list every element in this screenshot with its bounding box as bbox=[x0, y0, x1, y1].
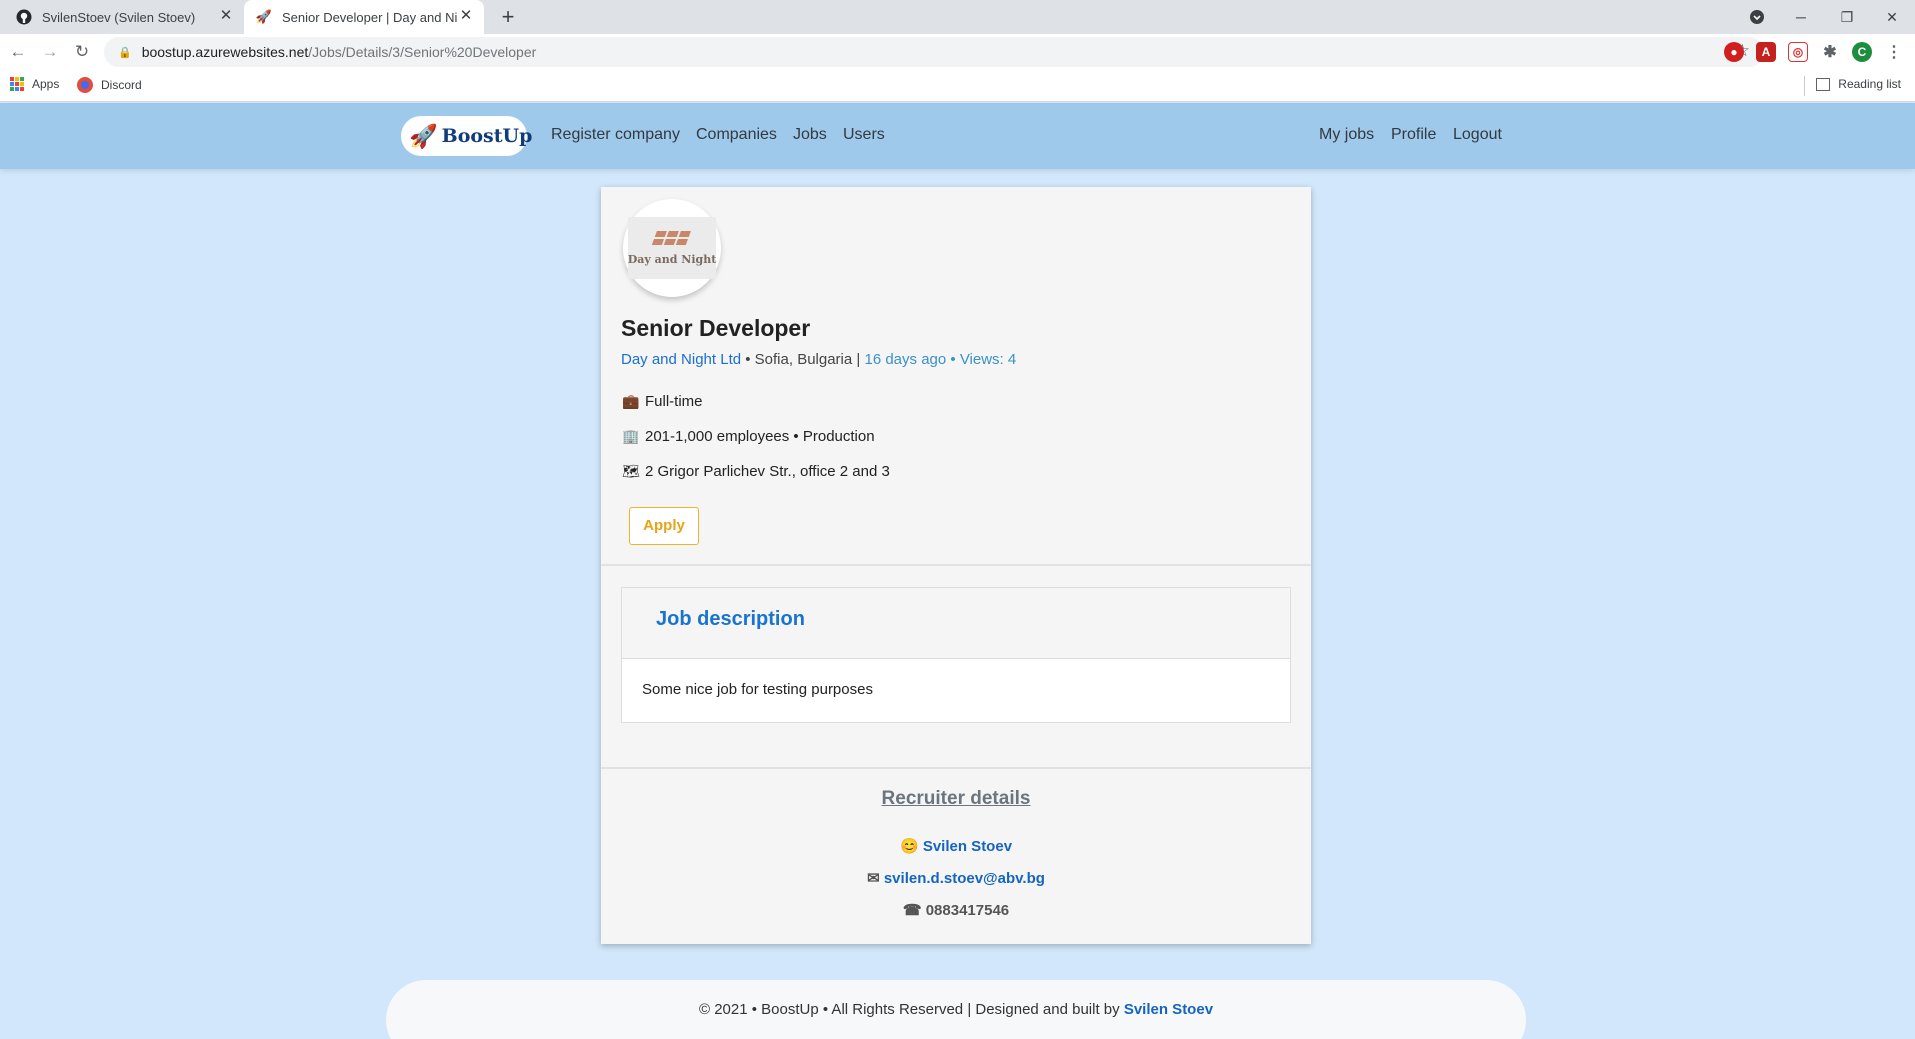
section-divider bbox=[601, 564, 1311, 566]
posted-date: 16 days ago bbox=[864, 351, 947, 368]
apply-button[interactable]: Apply bbox=[629, 507, 699, 545]
footer-author-link[interactable]: Svilen Stoev bbox=[1124, 1001, 1213, 1018]
reading-list-label: Reading list bbox=[1838, 77, 1901, 91]
bookmarks-bar: Apps Discord Reading list bbox=[0, 70, 1915, 102]
discord-icon bbox=[77, 77, 93, 93]
footer-text: © 2021 • BoostUp • All Rights Reserved |… bbox=[386, 1001, 1526, 1018]
meta-separator: • bbox=[950, 351, 960, 368]
forward-icon[interactable]: → bbox=[38, 40, 62, 64]
apps-grid-icon bbox=[10, 77, 24, 91]
tab-search-icon[interactable] bbox=[1734, 0, 1780, 34]
github-icon bbox=[16, 9, 32, 25]
job-details-card: Day and Night Senior Developer Day and N… bbox=[601, 187, 1311, 944]
recruiter-name-row: 😊 Svilen Stoev bbox=[601, 837, 1311, 855]
job-description-panel: Job description Some nice job for testin… bbox=[621, 587, 1291, 723]
recruiter-email-row: ✉ svilen.d.stoev@abv.bg bbox=[601, 869, 1311, 887]
reload-icon[interactable]: ↻ bbox=[70, 40, 94, 64]
job-title: Senior Developer bbox=[621, 315, 811, 341]
profile-avatar[interactable]: C bbox=[1852, 42, 1872, 62]
company-size-sector: 201-1,000 employees • Production bbox=[645, 428, 875, 445]
job-description-heading: Job description bbox=[656, 608, 805, 630]
face-icon: 😊 bbox=[899, 838, 919, 855]
job-description-body: Some nice job for testing purposes bbox=[642, 681, 873, 698]
job-location: Sofia, Bulgaria bbox=[754, 351, 853, 368]
recruiter-name-link[interactable]: Svilen Stoev bbox=[923, 838, 1012, 855]
back-icon[interactable]: ← bbox=[6, 40, 30, 64]
company-size-row: 🏢 201-1,000 employees • Production bbox=[621, 428, 875, 445]
recruiter-phone: 0883417546 bbox=[925, 902, 1010, 919]
company-logo[interactable]: Day and Night bbox=[623, 199, 721, 297]
pdf-extension-icon[interactable]: A bbox=[1756, 42, 1776, 62]
tab-label: Senior Developer | Day and Night Ltd bbox=[282, 9, 457, 25]
browser-toolbar: ← → ↻ 🔒 boostup.azurewebsites.net/Jobs/D… bbox=[0, 34, 1915, 70]
company-logo-image: Day and Night bbox=[628, 217, 716, 279]
url-host: boostup.azurewebsites.net bbox=[141, 44, 309, 60]
phone-icon: ☎ bbox=[902, 902, 922, 919]
screenshot-extension-icon[interactable]: ◎ bbox=[1788, 42, 1808, 62]
company-link[interactable]: Day and Night Ltd bbox=[621, 351, 741, 368]
world-map-icon: 🗺 bbox=[622, 463, 640, 479]
nav-register-company[interactable]: Register company bbox=[551, 126, 680, 144]
recruiter-phone-row: ☎ 0883417546 bbox=[601, 901, 1311, 919]
close-tab-icon[interactable]: ✕ bbox=[218, 8, 234, 24]
envelope-icon: ✉ bbox=[867, 870, 880, 887]
bookmark-label: Discord bbox=[101, 78, 142, 92]
briefcase-icon: 💼 bbox=[622, 393, 640, 409]
nav-jobs[interactable]: Jobs bbox=[793, 126, 827, 144]
url-path: /Jobs/Details/3/Senior%20Developer bbox=[308, 44, 537, 60]
reading-list-icon bbox=[1816, 77, 1831, 91]
address-row: 🗺 2 Grigor Parlichev Str., office 2 and … bbox=[621, 463, 890, 480]
browser-menu-icon[interactable]: ⋮ bbox=[1884, 42, 1904, 62]
close-window-icon[interactable]: ✕ bbox=[1869, 0, 1915, 34]
brand-logo[interactable]: 🚀 BoostUp bbox=[401, 116, 532, 156]
adblock-extension-icon[interactable]: ● bbox=[1724, 42, 1744, 62]
section-divider bbox=[601, 767, 1311, 769]
nav-companies[interactable]: Companies bbox=[696, 126, 777, 144]
nav-profile[interactable]: Profile bbox=[1391, 126, 1436, 144]
office-building-icon: 🏢 bbox=[622, 428, 640, 444]
new-tab-button[interactable]: + bbox=[494, 4, 522, 32]
address-bar[interactable]: 🔒 boostup.azurewebsites.net/Jobs/Details… bbox=[104, 37, 1764, 67]
bricks-icon bbox=[651, 230, 693, 247]
bookmark-discord[interactable]: Discord bbox=[77, 77, 142, 93]
nav-my-jobs[interactable]: My jobs bbox=[1319, 126, 1374, 144]
job-meta: Day and Night Ltd • Sofia, Bulgaria | 16… bbox=[621, 351, 1016, 368]
nav-logout[interactable]: Logout bbox=[1453, 126, 1502, 144]
employment-type: Full-time bbox=[645, 393, 703, 410]
meta-separator: • bbox=[745, 351, 755, 368]
site-footer: © 2021 • BoostUp • All Rights Reserved |… bbox=[386, 980, 1526, 1039]
rocket-icon: 🚀 bbox=[409, 122, 438, 149]
recruiter-heading: Recruiter details bbox=[881, 788, 1031, 809]
bookmark-apps[interactable]: Apps bbox=[10, 77, 59, 91]
bookmark-label: Apps bbox=[32, 77, 60, 91]
site-navbar: 🚀 BoostUp Register company Companies Job… bbox=[0, 103, 1915, 169]
extensions-puzzle-icon[interactable]: ✱ bbox=[1820, 42, 1840, 62]
brand-name: BoostUp bbox=[441, 125, 533, 147]
bookmarks-divider bbox=[1804, 76, 1805, 96]
job-address: 2 Grigor Parlichev Str., office 2 and 3 bbox=[645, 463, 890, 480]
job-description-header: Job description bbox=[622, 588, 1290, 659]
tab-label: SvilenStoev (Svilen Stoev) bbox=[42, 9, 196, 25]
company-logo-text: Day and Night bbox=[627, 252, 717, 266]
close-tab-icon[interactable]: ✕ bbox=[458, 8, 474, 24]
footer-copyright: © 2021 • BoostUp • All Rights Reserved |… bbox=[698, 1001, 1120, 1018]
employment-type-row: 💼 Full-time bbox=[621, 393, 703, 410]
minimize-icon[interactable]: ─ bbox=[1778, 0, 1824, 34]
browser-tab-github[interactable]: SvilenStoev (Svilen Stoev) ✕ bbox=[8, 0, 244, 34]
browser-tab-active[interactable]: 🚀 Senior Developer | Day and Night Ltd ✕ bbox=[244, 0, 484, 34]
browser-tabstrip: SvilenStoev (Svilen Stoev) ✕ 🚀 Senior De… bbox=[0, 0, 1915, 34]
recruiter-email-link[interactable]: svilen.d.stoev@abv.bg bbox=[884, 870, 1045, 887]
lock-icon: 🔒 bbox=[118, 46, 132, 59]
reading-list-button[interactable]: Reading list bbox=[1816, 77, 1901, 91]
rocket-icon: 🚀 bbox=[255, 9, 273, 24]
restore-icon[interactable]: ❐ bbox=[1824, 0, 1870, 34]
nav-users[interactable]: Users bbox=[843, 126, 885, 144]
view-count: Views: 4 bbox=[959, 351, 1017, 368]
